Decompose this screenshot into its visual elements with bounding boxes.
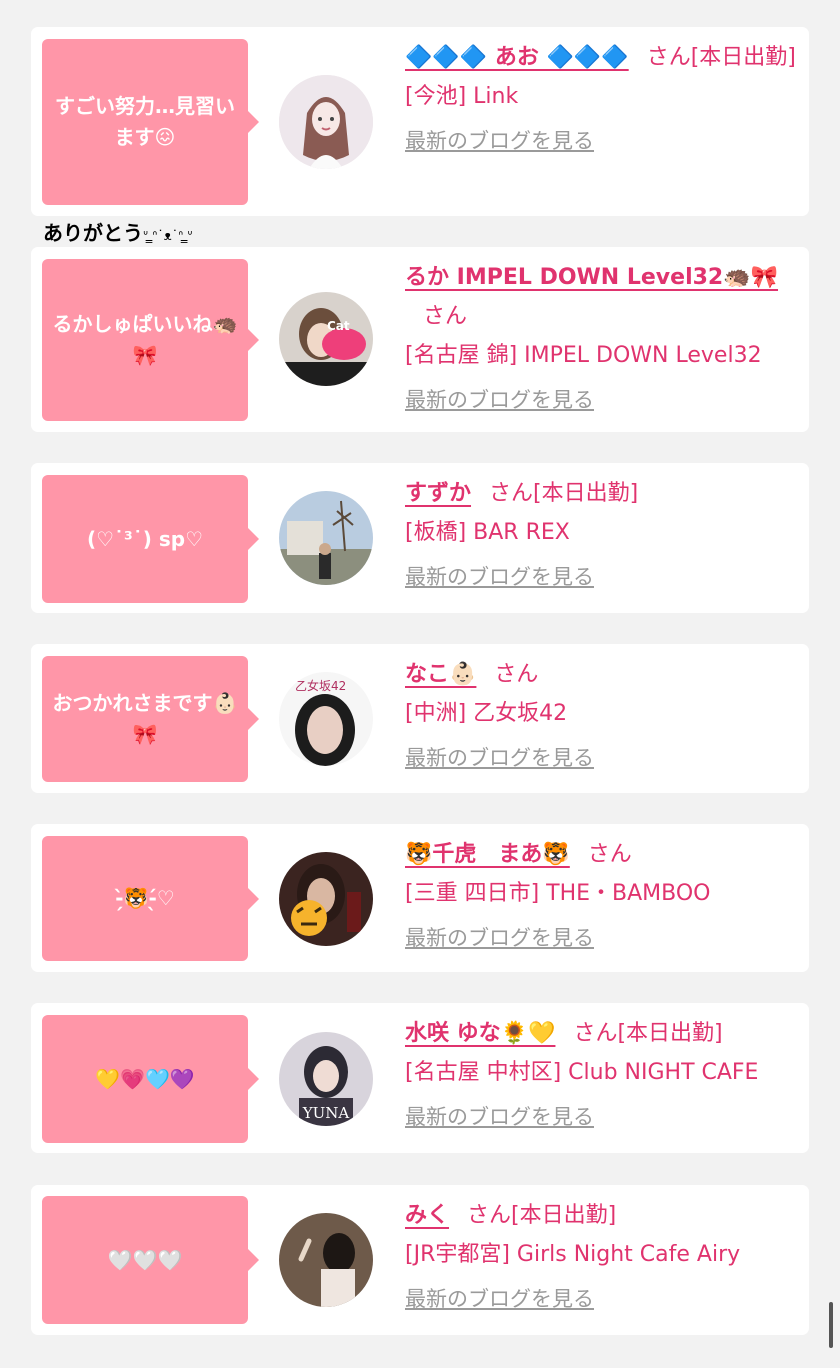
latest-blog-link[interactable]: 最新のブログを見る: [405, 1274, 801, 1324]
san-suffix: さん: [494, 662, 539, 687]
girl-name-link[interactable]: るか IMPEL DOWN Level32🦔🎀: [405, 265, 778, 290]
comment-card: 💛💗🩵💜 YUNA 水咲 ゆな🌻💛 さん[本日出勤] [名古屋 中村区] Club…: [31, 1003, 809, 1153]
avatar[interactable]: Cat: [279, 292, 373, 386]
girl-name-link[interactable]: みく: [405, 1203, 449, 1228]
entry-info: 🐯千虎 まあ🐯 さん [三重 四日市] THE・BAMBOO 最新のブログを見る: [405, 835, 801, 963]
latest-blog-link[interactable]: 最新のブログを見る: [405, 552, 801, 602]
comment-text: 💛💗🩵💜: [95, 1066, 195, 1091]
comment-card: 🤍🤍🤍 みく さん[本日出勤] [JR宇都宮] Girls Night Cafe …: [31, 1185, 809, 1335]
comment-card: おつかれさまです👶🏻🎀 乙女坂42 なこ👶🏻 さん [中洲] 乙女坂42 最新のブ…: [31, 644, 809, 793]
shop-link[interactable]: [三重 四日市] THE・BAMBOO: [405, 874, 801, 913]
comment-card: (♡˙³˙) sp♡ すずか さん[本日出勤] [板橋] BAR REX 最新のブ…: [31, 463, 809, 613]
comment-card: るかしゅぱいいね🦔🎀 Cat るか IMPEL DOWN Level32🦔🎀 さん…: [31, 247, 809, 432]
comment-card: -̗̀🐯-̖́♡ 🐯千虎 まあ🐯 さん [三重 四日市] THE・BAMBOO 最…: [31, 824, 809, 972]
comment-bubble: (♡˙³˙) sp♡: [42, 475, 259, 603]
san-suffix: さん: [489, 481, 534, 506]
entry-info: 水咲 ゆな🌻💛 さん[本日出勤] [名古屋 中村区] Club NIGHT CAF…: [405, 1014, 801, 1142]
comment-text: おつかれさまです👶🏻🎀: [52, 691, 238, 746]
comment-bubble: おつかれさまです👶🏻🎀: [42, 656, 259, 782]
girl-name-link[interactable]: 🔷🔷🔷 あお 🔷🔷🔷: [405, 45, 629, 70]
comment-text: るかしゅぱいいね🦔🎀: [52, 312, 238, 367]
girl-name-link[interactable]: 水咲 ゆな🌻💛: [405, 1021, 555, 1046]
reply-emoticon: ᐡ ̳ᐢ˙ᴥ˙ᐢ ̳ᐡ: [143, 229, 193, 244]
girl-name-link[interactable]: 🐯千虎 まあ🐯: [405, 842, 570, 867]
latest-blog-link[interactable]: 最新のブログを見る: [405, 375, 801, 425]
san-suffix: さん: [573, 1021, 618, 1046]
shop-link[interactable]: [名古屋 錦] IMPEL DOWN Level32: [405, 336, 801, 375]
shop-link[interactable]: [今池] Link: [405, 77, 801, 116]
san-suffix: さん: [587, 842, 632, 867]
shop-link[interactable]: [名古屋 中村区] Club NIGHT CAFE: [405, 1053, 801, 1092]
entry-info: るか IMPEL DOWN Level32🦔🎀 さん [名古屋 錦] IMPEL …: [405, 258, 801, 425]
shop-link[interactable]: [中洲] 乙女坂42: [405, 694, 801, 733]
status-text: [本日出勤]: [690, 45, 796, 70]
san-suffix: さん: [646, 45, 691, 70]
comment-bubble: 💛💗🩵💜: [42, 1015, 259, 1143]
latest-blog-link[interactable]: 最新のブログを見る: [405, 1092, 801, 1142]
scrollbar[interactable]: [829, 1302, 833, 1348]
latest-blog-link[interactable]: 最新のブログを見る: [405, 733, 801, 783]
entry-info: すずか さん[本日出勤] [板橋] BAR REX 最新のブログを見る: [405, 474, 801, 602]
avatar-logo-text: 乙女坂42: [295, 678, 346, 693]
comment-card: すごい努力…見習います😖 🔷🔷🔷 あお 🔷🔷🔷 さん[本日出勤] [今池] Lin…: [31, 27, 809, 216]
comment-text: 🤍🤍🤍: [107, 1247, 183, 1272]
avatar[interactable]: 乙女坂42: [279, 672, 373, 766]
san-suffix: さん: [467, 1203, 512, 1228]
status-text: [本日出勤]: [511, 1203, 617, 1228]
latest-blog-link[interactable]: 最新のブログを見る: [405, 913, 801, 963]
entry-info: なこ👶🏻 さん [中洲] 乙女坂42 最新のブログを見る: [405, 655, 801, 783]
avatar-name-text: YUNA: [302, 1104, 350, 1122]
entry-info: 🔷🔷🔷 あお 🔷🔷🔷 さん[本日出勤] [今池] Link 最新のブログを見る: [405, 38, 801, 166]
girl-name-link[interactable]: なこ👶🏻: [405, 662, 476, 687]
avatar[interactable]: [279, 1213, 373, 1307]
entry-info: みく さん[本日出勤] [JR宇都宮] Girls Night Cafe Airy…: [405, 1196, 801, 1324]
avatar[interactable]: [279, 852, 373, 946]
comment-bubble: るかしゅぱいいね🦔🎀: [42, 259, 259, 421]
reply-message: ありがとう: [43, 221, 143, 245]
comment-bubble: -̗̀🐯-̖́♡: [42, 836, 259, 961]
comment-text: -̗̀🐯-̖́♡: [115, 886, 175, 910]
shop-link[interactable]: [JR宇都宮] Girls Night Cafe Airy: [405, 1235, 801, 1274]
status-text: [本日出勤]: [617, 1021, 723, 1046]
shop-link[interactable]: [板橋] BAR REX: [405, 513, 801, 552]
reply-text: ありがとうᐡ ̳ᐢ˙ᴥ˙ᐢ ̳ᐡ: [43, 217, 192, 246]
comment-bubble: 🤍🤍🤍: [42, 1196, 259, 1324]
latest-blog-link[interactable]: 最新のブログを見る: [405, 116, 801, 166]
avatar[interactable]: [279, 75, 373, 169]
comment-bubble: すごい努力…見習います😖: [42, 39, 259, 205]
comment-text: (♡˙³˙) sp♡: [86, 526, 204, 551]
avatar-sign-text: Cat: [327, 319, 350, 333]
status-text: [本日出勤]: [533, 481, 639, 506]
san-suffix: さん: [423, 304, 468, 329]
girl-name-link[interactable]: すずか: [405, 481, 471, 506]
avatar[interactable]: [279, 491, 373, 585]
comment-text: すごい努力…見習います😖: [55, 94, 235, 149]
avatar[interactable]: YUNA: [279, 1032, 373, 1126]
